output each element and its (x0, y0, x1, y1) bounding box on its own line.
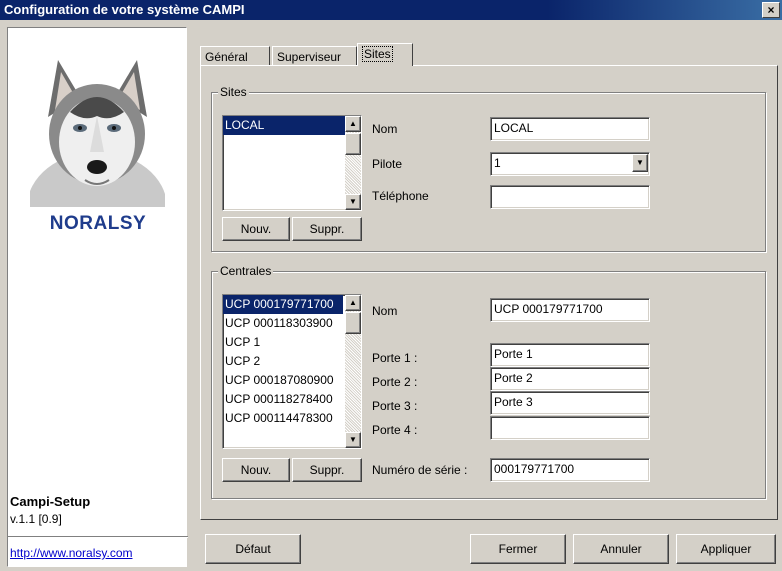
pilot-value: 1 (494, 156, 501, 170)
porte3-field[interactable]: Porte 3 (490, 391, 650, 415)
sites-delete-button[interactable]: Suppr. (292, 217, 362, 241)
phone-field[interactable] (490, 185, 650, 209)
brand-name: NORALSY (49, 213, 147, 234)
phone-label: Téléphone (372, 189, 429, 203)
divider (8, 536, 188, 538)
tab-general-label: Général (205, 50, 248, 64)
list-item[interactable]: UCP 000114478300 (223, 409, 343, 428)
centrales-list[interactable]: UCP 000179771700 UCP 000118303900 UCP 1 … (222, 294, 362, 449)
scroll-thumb[interactable] (345, 312, 361, 334)
list-item[interactable]: UCP 2 (223, 352, 343, 371)
sites-new-button[interactable]: Nouv. (222, 217, 290, 241)
default-button[interactable]: Défaut (205, 534, 301, 564)
sites-groupbox: Sites LOCAL ▲ ▼ Nouv. Suppr. Nom LOCAL P… (211, 85, 766, 252)
husky-logo-icon (30, 60, 165, 207)
list-item[interactable]: LOCAL (223, 116, 361, 135)
list-item[interactable]: UCP 000187080900 (223, 371, 343, 390)
tab-sites-label: Sites (362, 46, 393, 62)
sites-list-scrollbar[interactable]: ▲ ▼ (345, 116, 361, 210)
scroll-down-icon[interactable]: ▼ (345, 194, 361, 210)
app-version: v.1.1 [0.9] (10, 512, 62, 526)
centrales-new-button[interactable]: Nouv. (222, 458, 290, 482)
porte4-field[interactable] (490, 416, 650, 440)
porte4-label: Porte 4 : (372, 423, 418, 437)
tab-panel-sites: Sites LOCAL ▲ ▼ Nouv. Suppr. Nom LOCAL P… (200, 65, 778, 520)
tab-sites[interactable]: Sites (357, 43, 413, 66)
scroll-down-icon[interactable]: ▼ (345, 432, 361, 448)
scroll-up-icon[interactable]: ▲ (345, 116, 361, 132)
scroll-thumb[interactable] (345, 133, 361, 155)
window-title: Configuration de votre système CAMPI (4, 2, 245, 17)
apply-button[interactable]: Appliquer (676, 534, 776, 564)
sites-group-legend: Sites (218, 85, 249, 99)
centrales-groupbox: Centrales UCP 000179771700 UCP 000118303… (211, 264, 766, 499)
centrales-group-legend: Centrales (218, 264, 274, 278)
app-name: Campi-Setup (10, 494, 91, 509)
chevron-down-icon[interactable]: ▼ (632, 154, 648, 172)
branding-panel: NORALSY Campi-Setup v.1.1 [0.9] http://w… (7, 27, 188, 567)
website-link[interactable]: http://www.noralsy.com (10, 546, 132, 560)
title-bar[interactable]: Configuration de votre système CAMPI × (0, 0, 782, 20)
pilot-select[interactable]: 1 ▼ (490, 152, 650, 176)
porte2-label: Porte 2 : (372, 375, 418, 389)
close-icon[interactable]: × (762, 2, 780, 18)
close-button[interactable]: Fermer (470, 534, 566, 564)
serial-label: Numéro de série : (372, 463, 468, 477)
site-name-field[interactable]: LOCAL (490, 117, 650, 141)
porte1-label: Porte 1 : (372, 351, 418, 365)
list-item[interactable]: UCP 000118303900 (223, 314, 343, 333)
site-name-label: Nom (372, 122, 398, 136)
centrale-name-field[interactable]: UCP 000179771700 (490, 298, 650, 322)
sites-list[interactable]: LOCAL ▲ ▼ (222, 115, 362, 211)
pilot-label: Pilote (372, 157, 403, 171)
porte3-label: Porte 3 : (372, 399, 418, 413)
list-item[interactable]: UCP 1 (223, 333, 343, 352)
list-item[interactable]: UCP 000179771700 (223, 295, 343, 314)
scroll-up-icon[interactable]: ▲ (345, 295, 361, 311)
centrales-delete-button[interactable]: Suppr. (292, 458, 362, 482)
list-item[interactable]: UCP 000118278400 (223, 390, 343, 409)
porte1-field[interactable]: Porte 1 (490, 343, 650, 367)
cancel-button[interactable]: Annuler (573, 534, 669, 564)
tab-general[interactable]: Général (200, 46, 270, 66)
centrale-name-label: Nom (372, 304, 398, 318)
centrales-list-scrollbar[interactable]: ▲ ▼ (345, 295, 361, 448)
tab-superviseur-label: Superviseur (277, 50, 342, 64)
serial-field[interactable]: 000179771700 (490, 458, 650, 482)
porte2-field[interactable]: Porte 2 (490, 367, 650, 391)
tab-superviseur[interactable]: Superviseur (272, 46, 357, 66)
